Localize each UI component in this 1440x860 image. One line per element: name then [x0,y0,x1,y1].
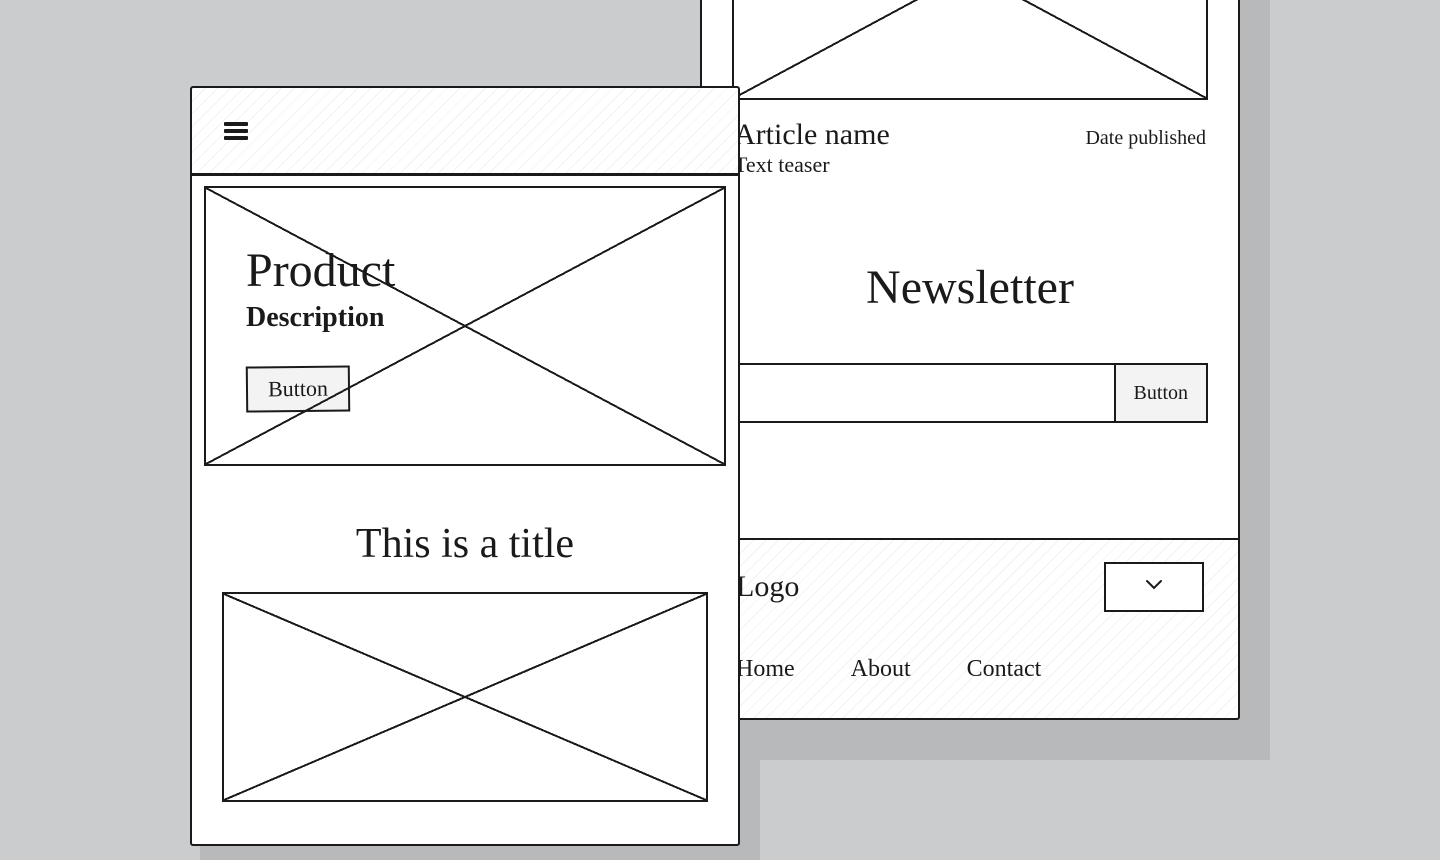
hero-button-label: Button [268,376,328,403]
article-name: Article name [734,118,890,152]
chevron-down-icon [1145,578,1163,596]
article-teaser: Text teaser [702,152,1238,178]
footer-link-home[interactable]: Home [736,656,795,683]
footer-link-about[interactable]: About [851,656,911,683]
footer-logo: Logo [736,570,799,604]
article-image-placeholder [732,0,1208,100]
newsletter-button-label: Button [1134,382,1188,405]
footer-link-contact[interactable]: Contact [967,656,1042,683]
wireframe-frame-left: Product Description Button This is a tit… [190,86,740,846]
hero-image-placeholder: Product Description Button [204,186,726,466]
section-image-placeholder [222,592,708,802]
footer: Logo Home About Contact [702,538,1238,718]
section-title: This is a title [192,520,738,568]
newsletter-input[interactable] [732,363,1114,423]
newsletter-submit-button[interactable]: Button [1114,363,1208,423]
newsletter-heading: Newsletter [702,260,1238,315]
hamburger-menu-icon[interactable] [224,119,248,143]
hero-title: Product [246,243,684,298]
article-date: Date published [1085,127,1206,150]
hero-description: Description [246,302,684,334]
footer-dropdown[interactable] [1104,562,1204,612]
wireframe-frame-right: Article name Date published Text teaser … [700,0,1240,720]
header-bar [192,88,738,176]
hero-cta-button[interactable]: Button [246,365,350,412]
newsletter-form: Button [732,363,1208,423]
